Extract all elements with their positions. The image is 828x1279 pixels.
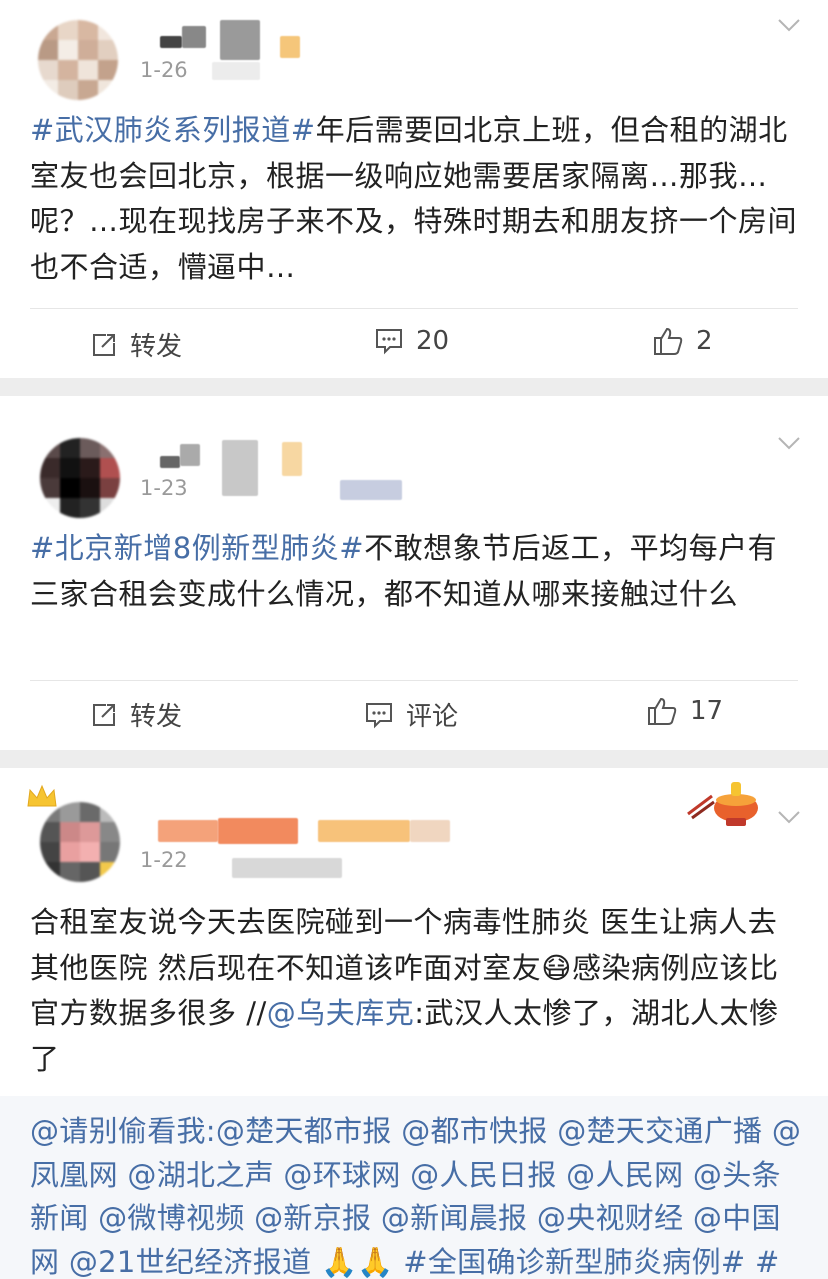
post-date: 1-26 bbox=[140, 58, 188, 82]
quoted-text[interactable]: @请别偷看我:@楚天都市报 @都市快报 @楚天交通广播 @凤凰网 @湖北之声 @… bbox=[30, 1110, 808, 1279]
like-icon bbox=[654, 327, 683, 355]
post-source bbox=[340, 480, 402, 500]
repost-button[interactable]: 转发 bbox=[90, 326, 182, 363]
comment-icon bbox=[376, 329, 402, 355]
post-source bbox=[212, 62, 260, 80]
like-button[interactable]: 2 bbox=[652, 326, 713, 356]
hashtag-link[interactable]: #北京新增8例新型肺炎# bbox=[30, 531, 364, 565]
repost-icon bbox=[93, 703, 115, 726]
like-count: 2 bbox=[696, 326, 713, 356]
username[interactable] bbox=[222, 440, 258, 496]
username[interactable] bbox=[318, 820, 410, 842]
post-card: 1-23 #北京新增8例新型肺炎#不敢想象节后返工，平均每户有三家合租会变成什么… bbox=[0, 396, 828, 750]
username[interactable] bbox=[218, 818, 298, 844]
avatar[interactable] bbox=[40, 802, 120, 882]
repost-icon bbox=[93, 333, 115, 356]
username[interactable] bbox=[180, 444, 200, 466]
quoted-post[interactable]: @请别偷看我:@楚天都市报 @都市快报 @楚天交通广播 @凤凰网 @湖北之声 @… bbox=[0, 1096, 828, 1279]
chevron-down-icon[interactable] bbox=[776, 12, 802, 38]
post-source bbox=[232, 858, 342, 878]
post-card: 1-26 #武汉肺炎系列报道#年后需要回北京上班，但合租的湖北室友也会回北京，根… bbox=[0, 0, 828, 378]
post-card: 1-22 合租室友说今天去医院碰到一个病毒性肺炎 医生让病人去其他医院 然后现在… bbox=[0, 768, 828, 1279]
comment-label: 评论 bbox=[406, 702, 459, 732]
post-text: #北京新增8例新型肺炎#不敢想象节后返工，平均每户有三家合租会变成什么情况，都不… bbox=[30, 531, 778, 611]
like-count: 17 bbox=[690, 696, 724, 726]
divider bbox=[30, 308, 798, 309]
username[interactable] bbox=[280, 36, 300, 58]
comment-icon bbox=[366, 702, 392, 728]
repost-button[interactable]: 转发 bbox=[90, 696, 182, 733]
username[interactable] bbox=[410, 820, 450, 842]
username[interactable] bbox=[282, 442, 302, 476]
avatar[interactable] bbox=[38, 20, 118, 100]
post-date: 1-22 bbox=[140, 848, 188, 872]
comment-button[interactable]: 20 bbox=[374, 326, 449, 356]
post-date: 1-23 bbox=[140, 476, 188, 500]
hashtag-link[interactable]: #武汉肺炎系列报道# bbox=[30, 113, 316, 147]
like-button[interactable]: 17 bbox=[646, 696, 723, 726]
comment-count: 20 bbox=[416, 326, 450, 356]
chevron-down-icon[interactable] bbox=[776, 804, 802, 830]
repost-label: 转发 bbox=[130, 702, 183, 732]
username[interactable] bbox=[220, 20, 260, 60]
action-bar: 转发 评论 17 bbox=[0, 684, 828, 744]
mention-link[interactable]: @乌夫库克 bbox=[267, 996, 415, 1030]
comment-button[interactable]: 评论 bbox=[364, 696, 458, 733]
chevron-down-icon[interactable] bbox=[776, 430, 802, 456]
repost-label: 转发 bbox=[130, 332, 183, 362]
post-text: #武汉肺炎系列报道#年后需要回北京上班，但合租的湖北室友也会回北京，根据一级响应… bbox=[30, 113, 798, 284]
like-icon bbox=[648, 697, 677, 725]
mask-emoji-icon: 😷 bbox=[541, 950, 572, 985]
avatar[interactable] bbox=[40, 438, 120, 518]
username[interactable] bbox=[160, 36, 182, 48]
action-bar: 转发 20 2 bbox=[0, 312, 828, 372]
divider bbox=[30, 680, 798, 681]
username[interactable] bbox=[160, 456, 180, 468]
username[interactable] bbox=[182, 26, 206, 48]
post-text: 合租室友说今天去医院碰到一个病毒性肺炎 医生让病人去其他医院 然后现在不知道该咋… bbox=[30, 905, 779, 1076]
username[interactable] bbox=[158, 820, 218, 842]
hotpot-badge-icon bbox=[687, 782, 758, 826]
